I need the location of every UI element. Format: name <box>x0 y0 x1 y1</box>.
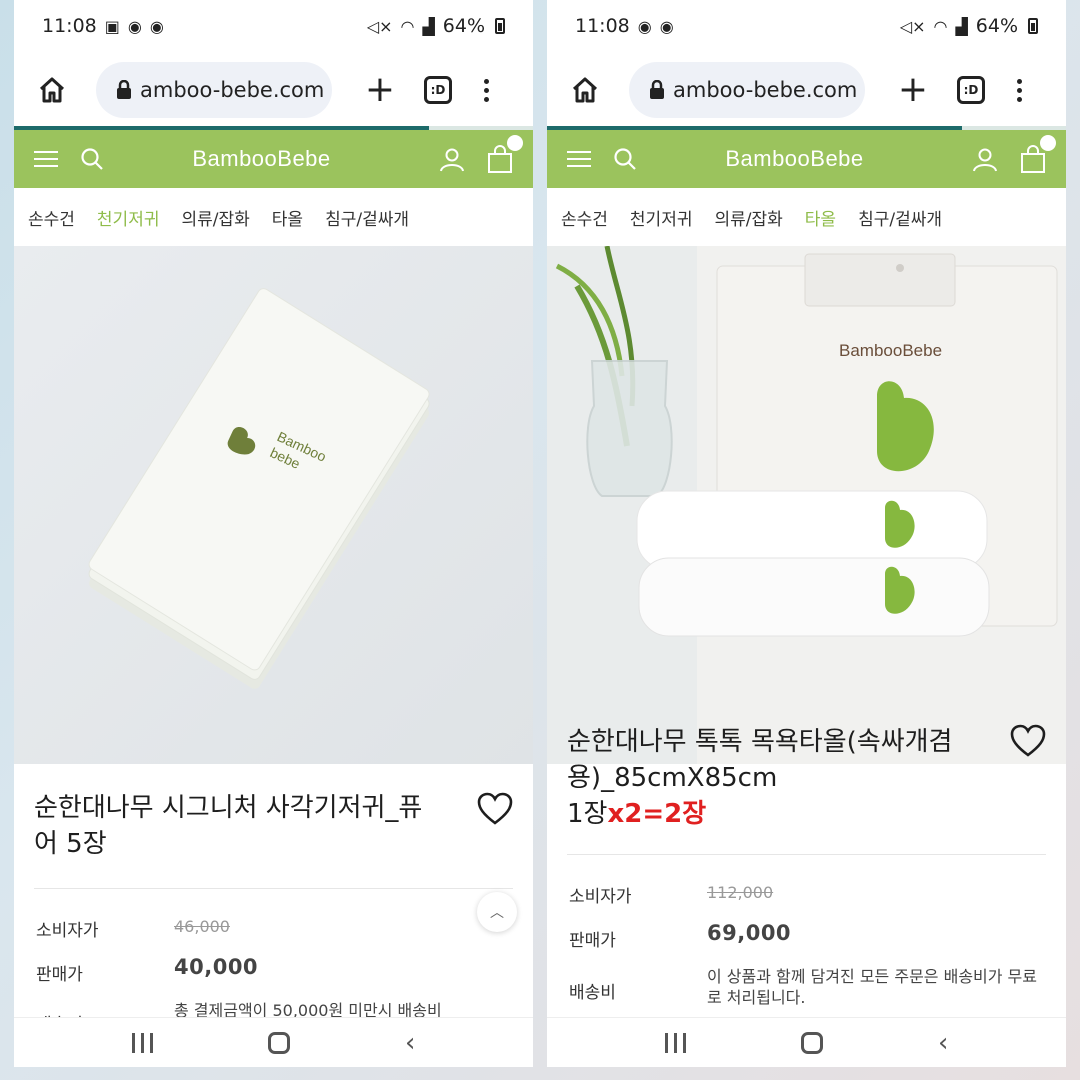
shipping-label: 배송비 <box>569 983 616 1003</box>
notification-icon: ◉ <box>149 16 164 36</box>
android-nav-bar: ‹ <box>547 1017 1066 1067</box>
nav-item-cloth-diaper[interactable]: 천기저귀 <box>97 205 160 230</box>
battery-percent: 64% <box>442 15 485 37</box>
recents-icon[interactable] <box>131 1032 153 1053</box>
divider <box>34 888 513 889</box>
nav-item-handkerchief[interactable]: 손수건 <box>561 205 608 230</box>
msrp-label: 소비자가 <box>569 887 632 907</box>
user-icon[interactable] <box>439 146 465 172</box>
cart-icon[interactable] <box>487 135 523 173</box>
nav-item-handkerchief[interactable]: 손수건 <box>28 205 75 230</box>
signal-icon: ▟ <box>955 16 968 36</box>
price-value: 69,000 <box>707 921 792 945</box>
product-title: 순한대나무 톡톡 목욕타올(속싸개겸 용)_85cmX85cm 1장x2=2장 <box>567 724 1007 832</box>
msrp-value: 112,000 <box>707 883 774 902</box>
product-image[interactable]: BambooBebe <box>547 246 1066 764</box>
tab-switcher-icon[interactable]: :D <box>424 76 452 104</box>
status-bar: 11:08 ▣ ◉ ◉ ◁× ◠ ▟ 64% <box>14 0 533 52</box>
lock-icon <box>649 80 665 100</box>
notification-icon: ◉ <box>659 16 674 36</box>
site-logo[interactable]: BambooBebe <box>617 146 972 172</box>
nav-item-clothing[interactable]: 의류/잡화 <box>714 205 782 230</box>
home-icon[interactable] <box>32 70 72 110</box>
android-nav-bar: ‹ <box>14 1017 533 1067</box>
more-icon[interactable] <box>1017 78 1022 102</box>
mute-icon: ◁× <box>366 16 393 36</box>
product-title-line1: 순한대나무 시그니처 사각기저귀_퓨 <box>34 793 423 823</box>
wifi-icon: ◠ <box>933 16 948 36</box>
cart-badge <box>507 135 523 151</box>
phone-screen-right: 11:08 ◉ ◉ ◁× ◠ ▟ 64% amboo-bebe.com + :D <box>547 0 1066 1067</box>
product-image[interactable]: Bamboo bebe <box>14 246 533 764</box>
browser-toolbar: amboo-bebe.com + :D <box>547 56 1066 124</box>
menu-icon[interactable] <box>34 151 58 167</box>
nav-item-bedding[interactable]: 침구/겉싸개 <box>325 205 409 230</box>
product-title-line1: 순한대나무 톡톡 목욕타올(속싸개겸 <box>567 727 953 757</box>
plus-icon[interactable]: + <box>362 72 398 108</box>
search-icon[interactable] <box>80 147 104 171</box>
battery-percent: 64% <box>975 15 1018 37</box>
mute-icon: ◁× <box>899 16 926 36</box>
product-title-line2: 용)_85cmX85cm <box>567 763 778 793</box>
back-icon[interactable]: ‹ <box>938 1030 948 1056</box>
wifi-icon: ◠ <box>400 16 415 36</box>
product-title: 순한대나무 시그니처 사각기저귀_퓨 어 5장 <box>34 790 474 862</box>
browser-toolbar: amboo-bebe.com + :D <box>14 56 533 124</box>
quantity-note: 1장x2=2장 <box>567 796 1007 832</box>
home-button-icon[interactable] <box>267 1031 290 1054</box>
cart-icon[interactable] <box>1020 135 1056 173</box>
home-button-icon[interactable] <box>800 1031 823 1054</box>
address-bar[interactable]: amboo-bebe.com <box>96 62 332 118</box>
category-nav: 손수건 천기저귀 의류/잡화 타올 침구/겉싸개 <box>14 188 533 246</box>
tab-switcher-icon[interactable]: :D <box>957 76 985 104</box>
user-icon[interactable] <box>972 146 998 172</box>
quantity-prefix: 1장 <box>567 799 608 829</box>
product-title-line2: 어 5장 <box>34 829 107 859</box>
phone-screen-left: 11:08 ▣ ◉ ◉ ◁× ◠ ▟ 64% amboo-bebe.com + … <box>14 0 533 1067</box>
nav-item-cloth-diaper[interactable]: 천기저귀 <box>630 205 693 230</box>
menu-icon[interactable] <box>567 151 591 167</box>
url-text: amboo-bebe.com <box>673 78 858 102</box>
notification-icon: ◉ <box>127 16 142 36</box>
site-header: BambooBebe <box>547 130 1066 188</box>
clock: 11:08 <box>42 15 97 37</box>
heart-icon[interactable] <box>1010 724 1046 758</box>
battery-icon <box>495 18 505 34</box>
nav-item-bedding[interactable]: 침구/겉싸개 <box>858 205 942 230</box>
notification-icon: ◉ <box>637 16 652 36</box>
search-icon[interactable] <box>613 147 637 171</box>
category-nav: 손수건 천기저귀 의류/잡화 타올 침구/겉싸개 <box>547 188 1066 246</box>
price-label: 판매가 <box>569 931 616 951</box>
status-bar: 11:08 ◉ ◉ ◁× ◠ ▟ 64% <box>547 0 1066 52</box>
price-value: 40,000 <box>174 955 259 979</box>
battery-icon <box>1028 18 1038 34</box>
recents-icon[interactable] <box>664 1032 686 1053</box>
home-icon[interactable] <box>565 70 605 110</box>
back-icon[interactable]: ‹ <box>405 1030 415 1056</box>
cart-badge <box>1040 135 1056 151</box>
lock-icon <box>116 80 132 100</box>
quantity-highlight: x2=2장 <box>607 799 707 829</box>
bag-brand-text: BambooBebe <box>839 341 942 360</box>
more-icon[interactable] <box>484 78 489 102</box>
heart-icon[interactable] <box>477 792 513 826</box>
nav-item-clothing[interactable]: 의류/잡화 <box>181 205 249 230</box>
msrp-value: 46,000 <box>174 917 230 936</box>
clock: 11:08 <box>575 15 630 37</box>
signal-icon: ▟ <box>422 16 435 36</box>
plus-icon[interactable]: + <box>895 72 931 108</box>
url-text: amboo-bebe.com <box>140 78 325 102</box>
nav-item-towel[interactable]: 타올 <box>805 205 836 230</box>
nav-item-towel[interactable]: 타올 <box>272 205 303 230</box>
site-logo[interactable]: BambooBebe <box>84 146 439 172</box>
price-label: 판매가 <box>36 965 83 985</box>
chevron-up-icon[interactable]: ︿ <box>477 892 517 932</box>
shipping-note: 이 상품과 함께 담겨진 모든 주문은 배송비가 무료로 처리됩니다. <box>707 967 1038 1007</box>
msrp-label: 소비자가 <box>36 921 99 941</box>
address-bar[interactable]: amboo-bebe.com <box>629 62 865 118</box>
gallery-icon: ▣ <box>104 16 120 36</box>
site-header: BambooBebe <box>14 130 533 188</box>
divider <box>567 854 1046 855</box>
